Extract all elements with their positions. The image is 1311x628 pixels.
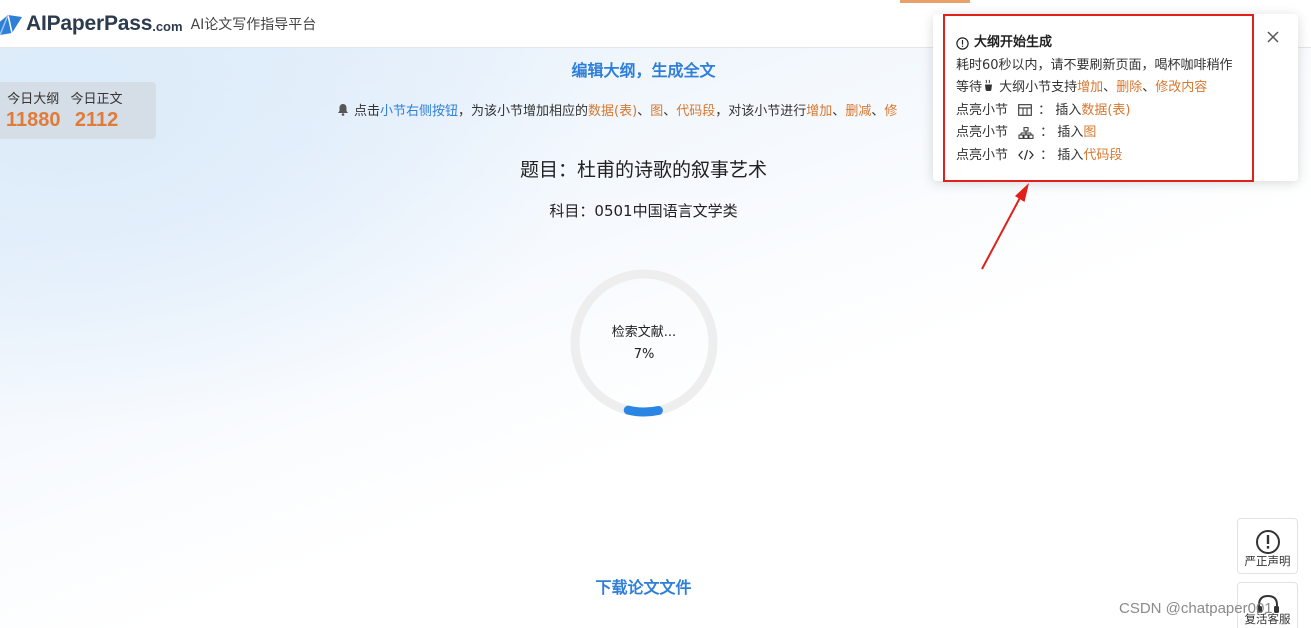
row-insert: 插入 xyxy=(1057,125,1084,140)
tip-sep-2: 、 xyxy=(663,104,677,119)
annotation-arrow xyxy=(981,183,1029,270)
progress-percent: 7% xyxy=(633,347,655,362)
paper-subject: 科目：0501中国语言文学类 xyxy=(549,202,738,220)
logo[interactable]: AIPaperPass .com AI论文写作指导平台 xyxy=(0,9,316,39)
code-icon xyxy=(1018,149,1035,161)
row-data-table: 数据(表) xyxy=(1081,102,1131,118)
tree-icon xyxy=(1018,126,1034,139)
notification-row-table: 点亮小节 ： 插入数据(表) xyxy=(956,100,1233,123)
tip-code: 代码段 xyxy=(676,104,716,119)
table-icon xyxy=(1018,104,1033,116)
support-text: 大纲小节支持 xyxy=(995,80,1078,95)
coffee-icon xyxy=(985,79,993,91)
row-figure: 图 xyxy=(1083,125,1097,140)
outline-notification: 大纲开始生成 耗时60秒以内，请不要刷新页面，喝杯咖啡稍作 等待 大纲小节支持增… xyxy=(933,14,1298,181)
row-insert: 插入 xyxy=(1055,102,1082,118)
row-prefix: 点亮小节 xyxy=(956,125,1009,140)
tip-section-button: 小节右侧按钮 xyxy=(380,104,459,119)
support-edit: 修改内容 xyxy=(1155,80,1208,95)
stat-outline: 今日大纲 11880 xyxy=(6,88,61,139)
support-delete: 删除 xyxy=(1116,80,1143,95)
bell-icon xyxy=(338,104,348,116)
logo-domain: .com xyxy=(152,19,183,34)
statement-button[interactable]: 严正声明 xyxy=(1237,518,1298,574)
tip-sep-1: 、 xyxy=(637,104,651,119)
tip-add: 增加 xyxy=(806,104,833,119)
watermark: CSDN @chatpaper001 xyxy=(1119,600,1273,617)
daily-stats: 今日大纲 11880 今日正文 2112 xyxy=(0,82,156,139)
tip-text-3: ，对该小节进行 xyxy=(715,104,807,119)
notification-row-figure: 点亮小节 ： 插入图 xyxy=(956,122,1233,145)
tip-figure: 图 xyxy=(650,104,664,119)
tip-line: 点击 小节右侧按钮 ，为该小节增加相应的 数据(表) 、 图 、 代码段 ，对该… xyxy=(337,100,897,119)
support-sep-2: 、 xyxy=(1142,80,1156,95)
tip-sep-4: 、 xyxy=(871,104,885,119)
statement-label: 严正声明 xyxy=(1244,554,1291,568)
stat-body-value: 2112 xyxy=(74,109,119,131)
wait-text: 等待 xyxy=(956,80,983,95)
top-accent-bar xyxy=(900,0,970,3)
logo-icon xyxy=(0,14,22,35)
progress-ring: 检索文献... 7% xyxy=(567,266,721,420)
notification-line-2: 等待 大纲小节支持增加、删除、修改内容 xyxy=(956,77,1233,100)
row-prefix: 点亮小节 xyxy=(956,102,1009,118)
stat-outline-label: 今日大纲 xyxy=(7,92,60,107)
notification-body: 大纲开始生成 耗时60秒以内，请不要刷新页面，喝杯咖啡稍作 等待 大纲小节支持增… xyxy=(956,32,1233,167)
tip-sep-3: 、 xyxy=(832,104,846,119)
notification-title-row: 大纲开始生成 xyxy=(956,32,1233,55)
notification-title: 大纲开始生成 xyxy=(974,35,1053,50)
exclamation-icon xyxy=(1256,530,1280,554)
stat-outline-value: 11880 xyxy=(6,109,61,131)
row-colon: ： xyxy=(1040,125,1054,140)
support-sep-1: 、 xyxy=(1103,80,1117,95)
close-icon[interactable] xyxy=(1266,30,1280,44)
tip-text-1: 点击 xyxy=(354,104,381,119)
tip-edit: 修 xyxy=(884,104,898,119)
logo-text: AIPaperPass xyxy=(26,11,153,35)
stat-body: 今日正文 2112 xyxy=(71,88,123,139)
notification-line-1: 耗时60秒以内，请不要刷新页面，喝杯咖啡稍作 xyxy=(956,57,1233,73)
stat-body-label: 今日正文 xyxy=(70,92,123,107)
row-colon: ： xyxy=(1038,102,1052,118)
tip-delete: 删减 xyxy=(845,104,872,119)
tip-data-table: 数据(表) xyxy=(588,104,638,119)
info-icon xyxy=(956,37,969,50)
row-insert: 插入 xyxy=(1057,147,1084,163)
row-code: 代码段 xyxy=(1083,147,1123,163)
row-prefix: 点亮小节 xyxy=(956,147,1009,163)
tip-text-2: ，为该小节增加相应的 xyxy=(458,104,589,119)
download-paper-link[interactable]: 下载论文文件 xyxy=(0,574,1287,598)
support-add: 增加 xyxy=(1077,80,1104,95)
progress-label: 检索文献... 7% xyxy=(567,322,721,366)
logo-tagline: AI论文写作指导平台 xyxy=(190,16,317,33)
progress-status: 检索文献... xyxy=(611,325,677,340)
row-colon: ： xyxy=(1040,147,1054,163)
notification-row-code: 点亮小节 ： 插入代码段 xyxy=(956,145,1233,168)
